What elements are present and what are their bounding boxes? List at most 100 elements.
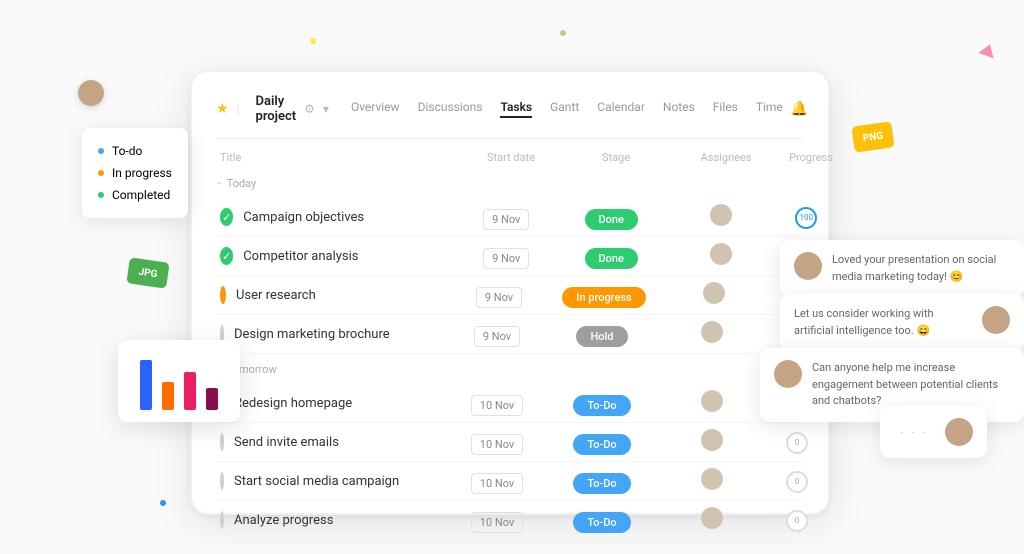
app-window: ★ | Daily project ⚙ ▾ OverviewDiscussion… [190,70,830,515]
task-title[interactable]: Analyze progress [234,513,452,528]
date-pill[interactable]: 9 Nov [483,248,529,269]
confetti [310,38,316,44]
legend-label: To-do [112,140,142,162]
status-circle-icon[interactable]: ✓ [220,208,233,226]
task-row[interactable]: Design marketing brochure9 NovHold70 [216,315,804,354]
assignee-avatar[interactable] [701,468,723,490]
task-title[interactable]: Competitor analysis [243,249,461,264]
task-row[interactable]: Send invite emails10 NovTo-Do0 [216,423,804,462]
comment-text: Let us consider working with artificial … [794,306,972,339]
assignee-avatar[interactable] [701,507,723,529]
assignee-avatar[interactable] [710,243,732,265]
legend-dot-icon [98,148,104,154]
tab-gantt[interactable]: Gantt [550,100,579,118]
date-pill[interactable]: 9 Nov [483,209,529,230]
floating-avatar [78,80,104,106]
legend-dot-icon [98,170,104,176]
stage-pill[interactable]: To-Do [573,434,630,455]
task-title[interactable]: Campaign objectives [243,210,461,225]
task-title[interactable]: User research [236,288,454,303]
comment-avatar [774,360,802,388]
task-row[interactable]: User research9 NovIn progress80 [216,276,804,315]
task-row[interactable]: Redesign homepage10 NovTo-Do0 [216,384,804,423]
tab-calendar[interactable]: Calendar [597,100,645,118]
progress-badge: 100 [795,207,817,229]
stage-pill[interactable]: To-Do [573,395,630,416]
task-title[interactable]: Send invite emails [234,435,452,450]
tab-discussions[interactable]: Discussions [418,100,483,118]
progress-badge: 0 [786,510,808,532]
date-pill[interactable]: 9 Nov [476,287,522,308]
comment-avatar [945,418,973,446]
task-row[interactable]: Analyze progress10 NovTo-Do0 [216,501,804,540]
status-circle-icon[interactable] [220,511,224,529]
assignee-avatar[interactable] [701,321,723,343]
confetti [978,42,997,59]
table-header: Title Start date Stage Assignees Progres… [216,139,804,168]
bar [206,388,218,410]
status-circle-icon[interactable] [220,472,224,490]
stage-pill[interactable]: In progress [562,287,645,308]
typing-dots-icon: . . . [894,418,935,443]
comment-bubble: . . . [880,406,987,458]
col-date[interactable]: Start date [466,151,556,164]
comment-text: Loved your presentation on social media … [832,252,1010,285]
legend-dot-icon [98,192,104,198]
date-pill[interactable]: 10 Nov [471,434,523,455]
assignee-avatar[interactable] [703,282,725,304]
comment-avatar [982,306,1010,334]
task-title[interactable]: Design marketing brochure [234,327,452,342]
status-circle-icon[interactable]: ✓ [220,247,233,265]
status-circle-icon[interactable] [220,433,224,451]
stage-pill[interactable]: To-Do [573,473,630,494]
assignee-avatar[interactable] [710,204,732,226]
task-title[interactable]: Redesign homepage [234,396,452,411]
tab-files[interactable]: Files [713,100,738,118]
stage-pill[interactable]: Done [585,209,638,230]
tab-overview[interactable]: Overview [351,100,400,118]
col-prog[interactable]: Progress [776,151,846,164]
tab-nav: Overview Discussions Tasks Gantt Calendar Not… [351,100,783,118]
date-pill[interactable]: 9 Nov [474,326,520,347]
legend-label: Completed [112,184,170,206]
gear-icon[interactable]: ⚙ [304,102,315,116]
legend-popover: To-doIn progressCompleted [82,128,188,218]
legend-item: Completed [98,184,172,206]
tab-tasks[interactable]: Tasks [500,100,532,118]
assignee-avatar[interactable] [701,429,723,451]
task-row[interactable]: ✓Competitor analysis9 NovDone100 [216,237,804,276]
tab-time[interactable]: Time [756,100,783,118]
date-pill[interactable]: 10 Nov [471,512,523,533]
project-name[interactable]: Daily project [256,94,297,124]
header: ★ | Daily project ⚙ ▾ OverviewDiscussion… [216,94,804,139]
bar [140,360,152,410]
bar [184,372,196,410]
section-toggle[interactable]: Tomorrow [216,354,804,384]
assignee-avatar[interactable] [701,390,723,412]
task-row[interactable]: ✓Campaign objectives9 NovDone100 [216,198,804,237]
col-stage[interactable]: Stage [556,151,676,164]
task-row[interactable]: Start social media campaign10 NovTo-Do0 [216,462,804,501]
stage-pill[interactable]: To-Do [573,512,630,533]
date-pill[interactable]: 10 Nov [471,395,523,416]
stage-pill[interactable]: Hold [576,326,627,347]
section-toggle[interactable]: Today [216,168,804,198]
date-pill[interactable]: 10 Nov [471,473,523,494]
star-icon[interactable]: ★ [216,101,229,117]
tab-notes[interactable]: Notes [663,100,695,118]
comment-bubble: Let us consider working with artificial … [780,294,1024,351]
task-list: Today✓Campaign objectives9 NovDone100✓Co… [216,168,804,540]
col-assign[interactable]: Assignees [676,151,776,164]
chevron-down-icon[interactable]: ▾ [323,102,329,116]
comment-bubble: Loved your presentation on social media … [780,240,1024,297]
col-title[interactable]: Title [216,151,466,164]
progress-badge: 0 [786,471,808,493]
status-circle-icon[interactable] [220,286,226,304]
jpg-chip: JPG [126,257,169,288]
confetti [160,500,166,506]
stage-pill[interactable]: Done [585,248,638,269]
bell-icon[interactable]: 🔔 [791,101,808,117]
legend-item: To-do [98,140,172,162]
task-title[interactable]: Start social media campaign [234,474,452,489]
bar [162,382,174,410]
